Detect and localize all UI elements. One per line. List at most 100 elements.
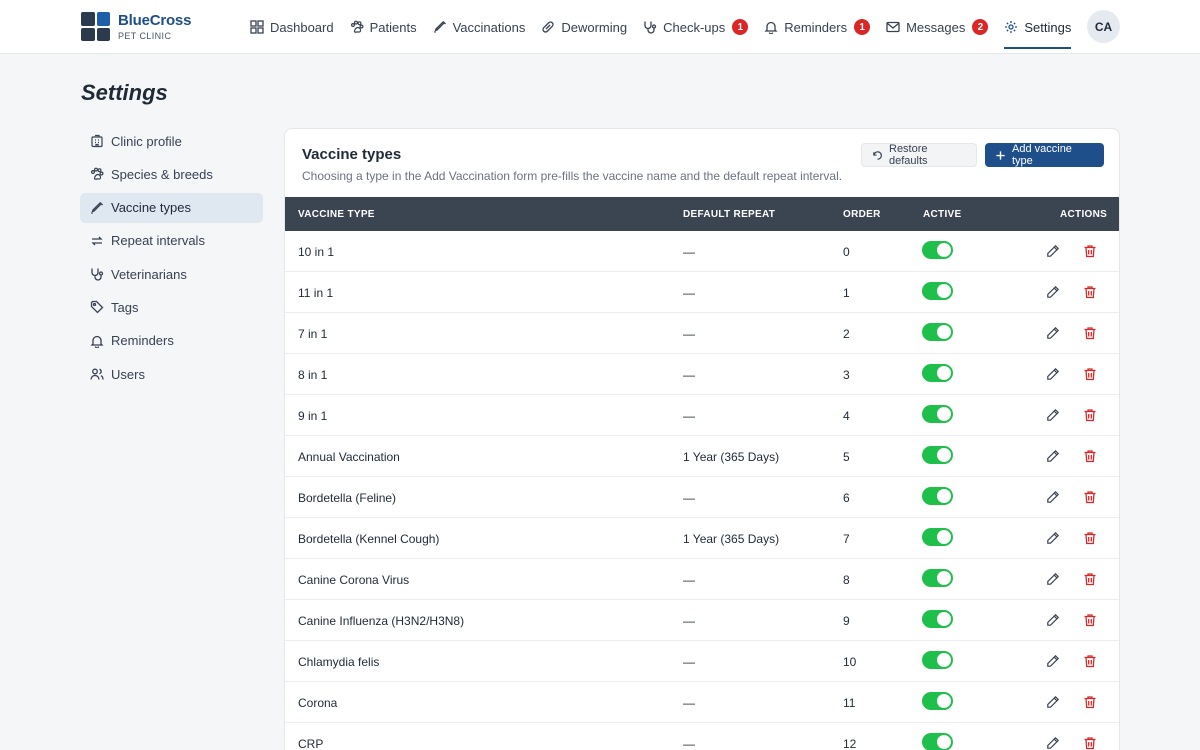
edit-icon[interactable]: [1046, 244, 1060, 258]
order-cell: 4: [843, 409, 850, 423]
table-row: Bordetella (Kennel Cough) 1 Year (365 Day…: [285, 518, 1119, 559]
order-cell: 3: [843, 368, 850, 382]
active-toggle[interactable]: [922, 528, 953, 546]
edit-icon[interactable]: [1046, 695, 1060, 709]
trash-icon[interactable]: [1083, 654, 1097, 668]
vaccine-type-cell: Canine Corona Virus: [298, 573, 410, 587]
add-vaccine-type-button[interactable]: Add vaccine type: [985, 143, 1104, 167]
edit-icon[interactable]: [1046, 367, 1060, 381]
vaccine-type-cell: Chlamydia felis: [298, 655, 380, 669]
column-header-order[interactable]: ORDER: [843, 209, 881, 220]
sidebar-item-clinic-profile[interactable]: Clinic profile: [80, 126, 263, 156]
trash-icon[interactable]: [1083, 367, 1097, 381]
nav-label: Reminders: [784, 19, 848, 35]
trash-icon[interactable]: [1083, 531, 1097, 545]
column-header-vaccine-type[interactable]: VACCINE TYPE: [298, 209, 375, 220]
gear-icon: [1004, 20, 1018, 34]
syringe-icon: [433, 20, 447, 34]
order-cell: 12: [843, 737, 857, 750]
trash-icon[interactable]: [1083, 572, 1097, 586]
nav-reminders[interactable]: Reminders 1: [764, 0, 871, 54]
edit-icon[interactable]: [1046, 285, 1060, 299]
syringe-icon: [90, 201, 104, 215]
trash-icon[interactable]: [1083, 285, 1097, 299]
vaccine-type-cell: 10 in 1: [298, 245, 335, 259]
nav-settings[interactable]: Settings: [1004, 0, 1071, 54]
active-toggle[interactable]: [922, 692, 953, 710]
trash-icon[interactable]: [1083, 244, 1097, 258]
trash-icon[interactable]: [1083, 490, 1097, 504]
sidebar-item-species-breeds[interactable]: Species & breeds: [80, 159, 263, 189]
trash-icon[interactable]: [1083, 736, 1097, 750]
edit-icon[interactable]: [1046, 449, 1060, 463]
settings-sidebar: Clinic profile Species & breeds Vaccine …: [80, 126, 263, 392]
edit-icon[interactable]: [1046, 408, 1060, 422]
active-toggle[interactable]: [922, 733, 953, 750]
default-repeat-cell: —: [683, 245, 695, 259]
card-title: Vaccine types: [302, 146, 402, 163]
bell-icon: [764, 20, 778, 34]
edit-icon[interactable]: [1046, 326, 1060, 340]
edit-icon[interactable]: [1046, 531, 1060, 545]
column-header-default-repeat[interactable]: DEFAULT REPEAT: [683, 209, 775, 220]
trash-icon[interactable]: [1083, 408, 1097, 422]
nav-label: Settings: [1024, 19, 1072, 35]
active-toggle[interactable]: [922, 241, 953, 259]
user-avatar[interactable]: CA: [1087, 10, 1120, 43]
nav-dashboard[interactable]: Dashboard: [250, 0, 334, 54]
default-repeat-cell: —: [683, 737, 695, 750]
default-repeat-cell: —: [683, 573, 695, 587]
vaccine-type-cell: CRP: [298, 737, 324, 750]
table-row: 8 in 1 — 3: [285, 354, 1119, 395]
active-toggle[interactable]: [922, 405, 953, 423]
nav-deworming[interactable]: Deworming: [541, 0, 627, 54]
active-toggle[interactable]: [922, 446, 953, 464]
trash-icon[interactable]: [1083, 613, 1097, 627]
table-row: Canine Corona Virus — 8: [285, 559, 1119, 600]
trash-icon[interactable]: [1083, 326, 1097, 340]
stethoscope-icon: [643, 20, 657, 34]
default-repeat-cell: —: [683, 491, 695, 505]
table-row: 10 in 1 — 0: [285, 231, 1119, 272]
nav-vaccinations[interactable]: Vaccinations: [433, 0, 525, 54]
edit-icon[interactable]: [1046, 572, 1060, 586]
edit-icon[interactable]: [1046, 613, 1060, 627]
active-toggle[interactable]: [922, 569, 953, 587]
active-toggle[interactable]: [922, 364, 953, 382]
trash-icon[interactable]: [1083, 449, 1097, 463]
table-row: Chlamydia felis — 10: [285, 641, 1119, 682]
column-header-active[interactable]: ACTIVE: [923, 209, 961, 220]
active-toggle[interactable]: [922, 282, 953, 300]
edit-icon[interactable]: [1046, 654, 1060, 668]
trash-icon[interactable]: [1083, 695, 1097, 709]
vaccine-types-card: Vaccine types Choosing a type in the Add…: [284, 128, 1120, 750]
vaccine-type-cell: Canine Influenza (H3N2/H3N8): [298, 614, 465, 628]
sidebar-item-reminders[interactable]: Reminders: [80, 326, 263, 356]
logo-mark-icon: [81, 12, 110, 41]
restore-defaults-button[interactable]: Restore defaults: [861, 143, 977, 167]
stethoscope-icon: [90, 267, 104, 281]
active-toggle[interactable]: [922, 487, 953, 505]
tag-icon: [90, 300, 104, 314]
vaccine-type-cell: Annual Vaccination: [298, 450, 400, 464]
restore-defaults-label: Restore defaults: [889, 143, 928, 167]
vaccine-type-cell: 9 in 1: [298, 409, 328, 423]
sidebar-item-vaccine-types[interactable]: Vaccine types: [80, 192, 263, 223]
nav-checkups[interactable]: Check-ups 1: [643, 0, 749, 54]
edit-icon[interactable]: [1046, 490, 1060, 504]
vaccine-types-table-body: 10 in 1 — 0 11 in 1 — 1 7 in 1 — 2 8 in 1 — 3 9 in 1…: [285, 231, 1119, 750]
sidebar-item-users[interactable]: Users: [80, 359, 263, 389]
active-toggle[interactable]: [922, 323, 953, 341]
nav-patients[interactable]: Patients: [350, 0, 417, 54]
nav-messages[interactable]: Messages 2: [886, 0, 989, 54]
nav-label: Patients: [369, 19, 417, 35]
table-row: Bordetella (Feline) — 6: [285, 477, 1119, 518]
sidebar-item-repeat-intervals[interactable]: Repeat intervals: [80, 226, 263, 256]
edit-icon[interactable]: [1046, 736, 1060, 750]
active-toggle[interactable]: [922, 651, 953, 669]
active-toggle[interactable]: [922, 610, 953, 628]
brand-logo[interactable]: BlueCross PET CLINIC: [81, 12, 191, 41]
sidebar-item-veterinarians[interactable]: Veterinarians: [80, 259, 263, 289]
order-cell: 9: [843, 614, 850, 628]
sidebar-item-tags[interactable]: Tags: [80, 292, 263, 322]
